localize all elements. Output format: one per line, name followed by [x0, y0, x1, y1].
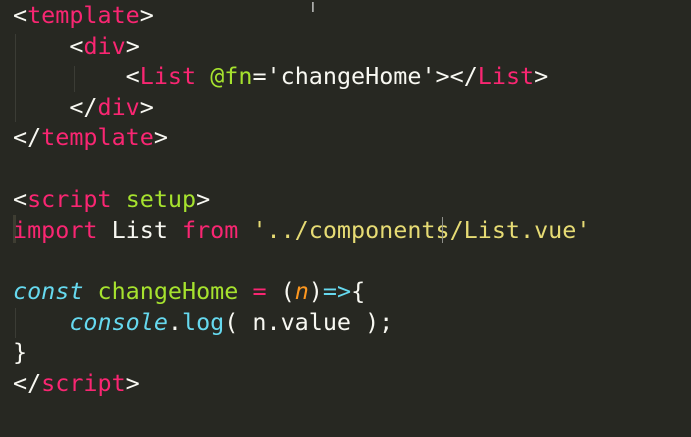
function-name: changeHome — [97, 277, 239, 305]
code-line-4[interactable]: </div> — [13, 92, 154, 123]
tag-name: script — [41, 369, 126, 397]
component-name: List — [139, 62, 197, 90]
component-name: List — [477, 62, 535, 90]
code-line-5[interactable]: </template> — [13, 122, 168, 153]
attribute-name: @fn — [210, 62, 253, 90]
keyword: from — [182, 216, 239, 244]
tag-name: div — [97, 93, 140, 121]
attribute-name: setup — [125, 185, 197, 213]
code-line-8[interactable]: import List from '../components/List.vue… — [13, 215, 590, 246]
keyword: import — [13, 216, 98, 244]
method-name: log — [182, 308, 225, 336]
text-cursor — [442, 217, 443, 243]
tag-name: script — [27, 185, 112, 213]
tag-name: template — [27, 1, 140, 29]
console-object: console — [69, 308, 168, 336]
code-line-11[interactable]: console.log( n.value ); — [13, 307, 393, 338]
code-line-10[interactable]: const changeHome = (n)=>{ — [13, 276, 365, 307]
string-literal: '../components/List.vue' — [252, 216, 591, 244]
code-line-3[interactable]: <List @fn='changeHome'></List> — [13, 61, 549, 92]
code-line-13[interactable]: </script> — [13, 368, 140, 399]
code-line-2[interactable]: <div> — [13, 31, 139, 62]
keyword: const — [13, 277, 84, 305]
mouse-ibeam-cursor: I — [311, 1, 315, 16]
parameter-name: n — [294, 277, 309, 305]
tag-name: template — [41, 123, 154, 151]
attribute-value: 'changeHome' — [266, 62, 436, 90]
code-line-12[interactable]: } — [13, 337, 27, 368]
code-editor[interactable]: <template> <div> <List @fn='changeHome'>… — [0, 0, 691, 437]
arrow-operator: => — [322, 277, 352, 305]
code-line-1[interactable]: <template> — [13, 0, 154, 31]
tag-name: div — [83, 32, 126, 60]
code-line-7[interactable]: <script setup> — [13, 184, 210, 215]
